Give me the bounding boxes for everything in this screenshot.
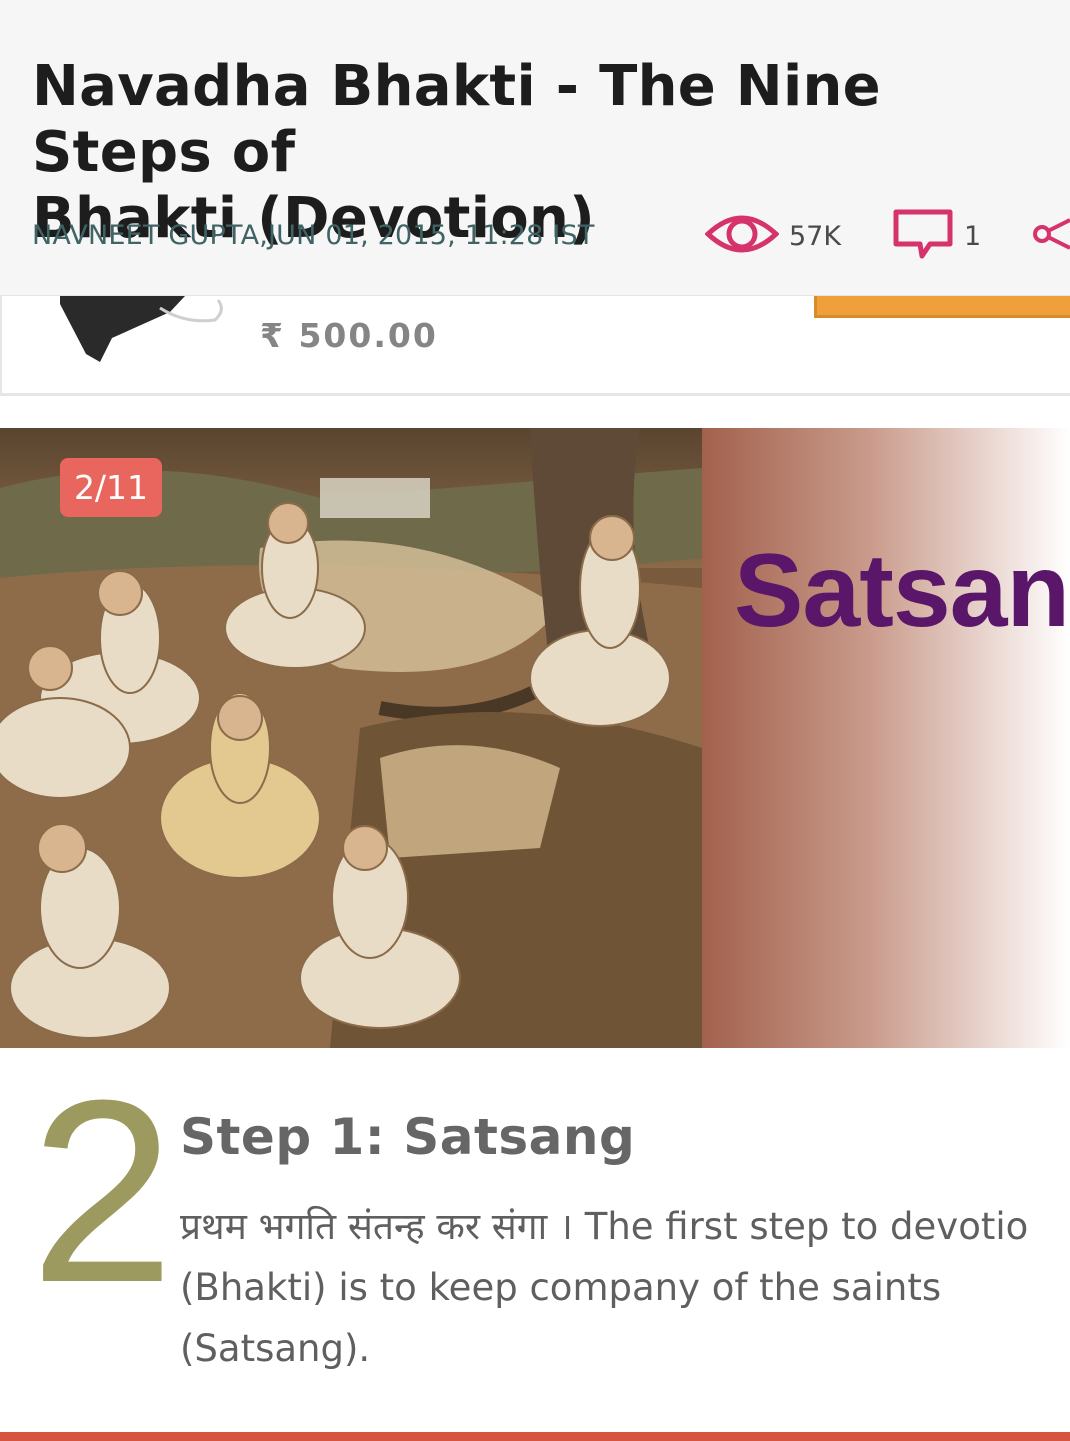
views-count: 57K bbox=[789, 220, 842, 252]
eye-icon bbox=[704, 208, 780, 264]
satsang-illustration bbox=[0, 428, 1070, 1048]
step-number: 2 bbox=[30, 1047, 175, 1337]
article-header: Navadha Bhakti - The Nine Steps of Bhakt… bbox=[0, 0, 1070, 296]
image-caption: Satsang bbox=[734, 533, 1070, 649]
comments-button[interactable]: 1 bbox=[892, 208, 982, 264]
step-description: प्रथम भगति संतन्ह कर संगा । The first st… bbox=[180, 1196, 1070, 1379]
comment-icon bbox=[892, 208, 954, 264]
article-page: Navadha Bhakti - The Nine Steps of Bhakt… bbox=[0, 0, 1070, 1441]
title-line-1: Navadha Bhakti - The Nine Steps of bbox=[32, 54, 881, 185]
step-description-line-3: (Satsang). bbox=[180, 1327, 371, 1370]
slide-counter: 2/11 bbox=[60, 458, 162, 517]
product-card[interactable]: ₹ 500.00 bbox=[0, 296, 1070, 396]
section-divider bbox=[0, 1432, 1070, 1441]
buy-button[interactable] bbox=[814, 296, 1070, 318]
product-price: ₹ 500.00 bbox=[260, 316, 438, 355]
share-icon bbox=[1032, 208, 1070, 264]
product-image bbox=[60, 296, 240, 370]
comments-count: 1 bbox=[964, 220, 982, 252]
step-description-line-2: (Bhakti) is to keep company of the saint… bbox=[180, 1266, 942, 1309]
gallery-image[interactable]: 2/11 Satsang bbox=[0, 428, 1070, 1048]
step-description-line-1: प्रथम भगति संतन्ह कर संगा । The first st… bbox=[180, 1205, 1029, 1248]
views-stat: 57K bbox=[704, 208, 842, 264]
step-title: Step 1: Satsang bbox=[180, 1108, 636, 1166]
byline: NAVNEET GUPTA,JUN 01, 2015, 11:28 IST bbox=[32, 220, 595, 251]
share-button[interactable] bbox=[1032, 210, 1070, 262]
